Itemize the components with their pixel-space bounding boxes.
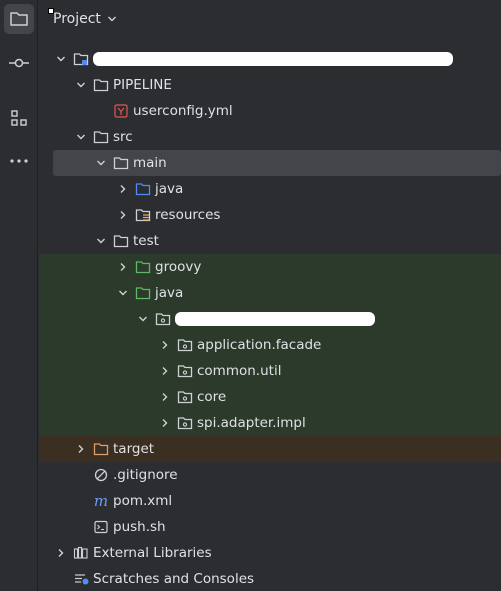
tree-label: pom.xml: [113, 493, 173, 509]
more-tools-button[interactable]: [4, 146, 34, 176]
structure-icon: [11, 110, 27, 126]
package-icon: [177, 337, 193, 353]
chevron-right-icon[interactable]: [115, 259, 131, 275]
folder-icon: [93, 77, 109, 93]
maven-icon: m: [93, 492, 109, 510]
tree-row-main[interactable]: main: [53, 150, 501, 176]
tree-row-target[interactable]: target: [39, 436, 501, 462]
tree-label: Scratches and Consoles: [93, 571, 255, 587]
test-folder-icon: [135, 285, 151, 301]
module-folder-icon: [73, 51, 89, 67]
activity-bar: [0, 0, 38, 591]
folder-icon: [93, 129, 109, 145]
chevron-right-icon[interactable]: [157, 415, 173, 431]
tree-label: PIPELINE: [113, 77, 172, 93]
chevron-right-icon[interactable]: [157, 389, 173, 405]
tree-label: resources: [155, 207, 221, 223]
tree-row-resources[interactable]: resources: [39, 202, 501, 228]
scratches-icon: [73, 571, 89, 587]
tree-row-gitignore[interactable]: .gitignore: [39, 462, 501, 488]
chevron-down-icon[interactable]: [73, 129, 89, 145]
tree-label: java: [155, 181, 184, 197]
ignore-file-icon: [93, 467, 109, 483]
tree-row-pom[interactable]: m pom.xml: [39, 488, 501, 514]
tree-row-groovy[interactable]: groovy: [39, 254, 501, 280]
tree-label: userconfig.yml: [133, 103, 233, 119]
project-tool-button[interactable]: [4, 4, 34, 34]
chevron-right-icon[interactable]: [157, 337, 173, 353]
chevron-right-icon[interactable]: [73, 441, 89, 457]
tree-row-test-java[interactable]: java: [39, 280, 501, 306]
tree-label: java: [155, 285, 184, 301]
tree-label: common.util: [197, 363, 282, 379]
folder-icon: [10, 12, 28, 26]
panel-title[interactable]: Project: [53, 11, 101, 27]
shell-script-icon: [93, 519, 109, 535]
project-tree: PIPELINE userconfig.yml src main java re…: [39, 46, 501, 591]
chevron-right-icon[interactable]: [115, 181, 131, 197]
tree-label: push.sh: [113, 519, 166, 535]
tree-row-spi-adapter-impl[interactable]: spi.adapter.impl: [39, 410, 501, 436]
tree-row-common-util[interactable]: common.util: [39, 358, 501, 384]
package-icon: [155, 311, 171, 327]
chevron-right-icon[interactable]: [157, 363, 173, 379]
tree-label: target: [113, 441, 155, 457]
commit-icon: [9, 58, 29, 68]
excluded-folder-icon: [93, 441, 109, 457]
tree-label: main: [133, 155, 167, 171]
tree-row-src[interactable]: src: [39, 124, 501, 150]
folder-icon: [113, 233, 129, 249]
tree-row-scratches[interactable]: Scratches and Consoles: [39, 566, 501, 591]
chevron-down-icon[interactable]: [93, 155, 109, 171]
package-icon: [177, 389, 193, 405]
tree-label: External Libraries: [93, 545, 212, 561]
chevron-down-icon[interactable]: [53, 51, 69, 67]
tree-row-external-libraries[interactable]: External Libraries: [39, 540, 501, 566]
tree-row-push[interactable]: push.sh: [39, 514, 501, 540]
package-icon: [177, 415, 193, 431]
commit-tool-button[interactable]: [4, 48, 34, 78]
tree-row-test[interactable]: test: [39, 228, 501, 254]
focus-marker: [48, 8, 54, 14]
chevron-right-icon[interactable]: [115, 207, 131, 223]
chevron-down-icon[interactable]: [73, 77, 89, 93]
redacted-package-name: [175, 312, 375, 326]
test-folder-icon: [135, 259, 151, 275]
folder-icon: [113, 155, 129, 171]
project-panel: Project PIPELINE userconfig.yml src main…: [39, 0, 501, 591]
chevron-down-icon[interactable]: [115, 285, 131, 301]
redacted-project-name: [93, 52, 453, 66]
resources-folder-icon: [135, 207, 151, 223]
tree-label: src: [113, 129, 133, 145]
tree-row-userconfig[interactable]: userconfig.yml: [39, 98, 501, 124]
tree-label: .gitignore: [113, 467, 178, 483]
tree-row-main-java[interactable]: java: [39, 176, 501, 202]
source-folder-icon: [135, 181, 151, 197]
tree-label: spi.adapter.impl: [197, 415, 306, 431]
tree-label: application.facade: [197, 337, 322, 353]
yaml-file-icon: [113, 103, 129, 119]
chevron-down-icon[interactable]: [135, 311, 151, 327]
tree-row-root[interactable]: [39, 46, 501, 72]
tree-row-pipeline[interactable]: PIPELINE: [39, 72, 501, 98]
tree-label: groovy: [155, 259, 202, 275]
tree-row-redacted-package[interactable]: [39, 306, 501, 332]
tree-row-core[interactable]: core: [39, 384, 501, 410]
tree-label: core: [197, 389, 227, 405]
chevron-down-icon[interactable]: [93, 233, 109, 249]
tree-label: test: [133, 233, 159, 249]
panel-header: Project: [39, 0, 501, 38]
chevron-down-icon[interactable]: [107, 15, 117, 23]
more-icon: [10, 159, 28, 163]
chevron-right-icon[interactable]: [53, 545, 69, 561]
library-icon: [73, 545, 89, 561]
structure-tool-button[interactable]: [4, 103, 34, 133]
tree-row-application-facade[interactable]: application.facade: [39, 332, 501, 358]
package-icon: [177, 363, 193, 379]
